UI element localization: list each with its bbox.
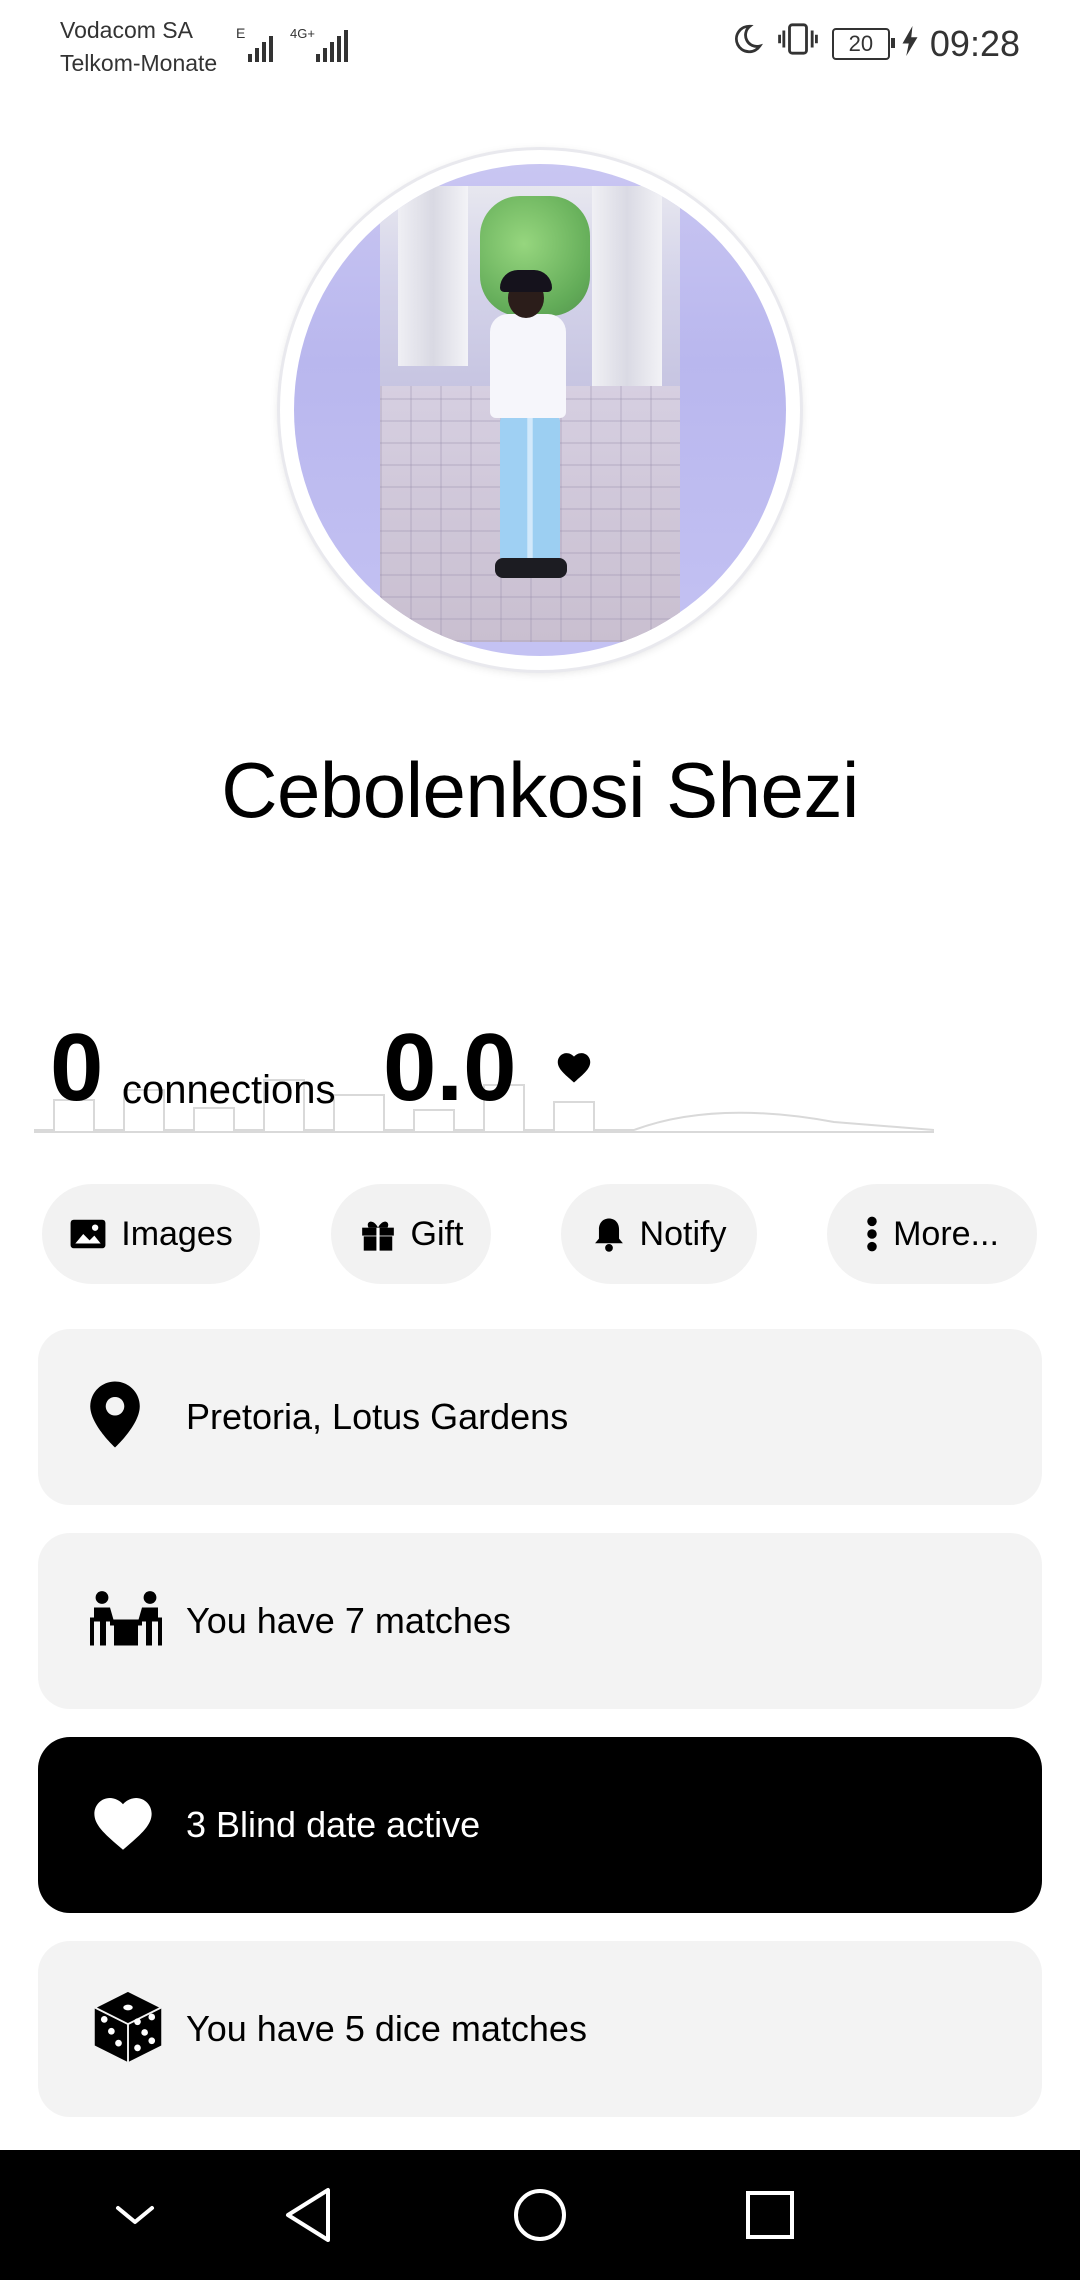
more-vertical-icon: [865, 1215, 879, 1253]
gift-button[interactable]: Gift: [331, 1184, 491, 1284]
blind-date-text: 3 Blind date active: [186, 1804, 481, 1845]
notify-label: Notify: [639, 1214, 727, 1253]
rating-value: 0.0: [383, 1014, 517, 1121]
matches-text: You have 7 matches: [186, 1600, 511, 1641]
matches-card[interactable]: You have 7 matches: [38, 1533, 1042, 1709]
network-type-2: 4G+: [290, 26, 315, 41]
profile-photo: [380, 186, 680, 642]
images-label: Images: [121, 1214, 233, 1253]
rating-heart-icon: [555, 1050, 593, 1089]
heart-icon: [90, 1793, 156, 1858]
more-label: More...: [893, 1214, 999, 1253]
image-icon: [69, 1218, 107, 1250]
navigation-bar: [0, 2150, 1080, 2280]
images-button[interactable]: Images: [42, 1184, 260, 1284]
status-right: 20 09:28: [730, 22, 1020, 65]
clock: 09:28: [929, 22, 1020, 64]
signal-icon: E: [236, 24, 282, 69]
location-text: Pretoria, Lotus Gardens: [186, 1396, 569, 1437]
chevron-down-icon[interactable]: [110, 2180, 160, 2255]
status-bar: Vodacom SA Telkom-Monate E 4G+ 20 09:28: [0, 0, 1080, 92]
connections-count: 0: [50, 1014, 104, 1121]
home-icon[interactable]: [510, 2180, 570, 2255]
vibrate-icon: [776, 22, 820, 65]
gift-label: Gift: [410, 1214, 464, 1253]
location-card[interactable]: Pretoria, Lotus Gardens: [38, 1329, 1042, 1505]
signal-icon-2: 4G+: [290, 24, 354, 69]
dice-matches-card[interactable]: You have 5 dice matches: [38, 1941, 1042, 2117]
notify-button[interactable]: Notify: [561, 1184, 757, 1284]
charging-icon: [902, 23, 918, 65]
connections-label: connections: [122, 1068, 336, 1112]
dice-matches-text: You have 5 dice matches: [186, 2008, 587, 2049]
carrier-names: Vodacom SA Telkom-Monate: [60, 14, 217, 80]
more-button[interactable]: More...: [827, 1184, 1037, 1284]
avatar[interactable]: [294, 164, 786, 656]
recents-icon[interactable]: [742, 2180, 798, 2255]
gift-icon: [359, 1215, 397, 1253]
dice-icon: [90, 1989, 166, 2070]
carrier-1: Vodacom SA: [60, 17, 193, 43]
location-pin-icon: [90, 1381, 140, 1453]
bell-icon: [592, 1215, 626, 1253]
blind-date-card[interactable]: 3 Blind date active: [38, 1737, 1042, 1913]
battery-icon: 20: [831, 27, 895, 60]
back-icon[interactable]: [282, 2180, 338, 2255]
profile-name: Cebolenkosi Shezi: [221, 746, 859, 834]
moon-icon: [730, 22, 764, 65]
carrier-2: Telkom-Monate: [60, 50, 218, 76]
network-type-1: E: [236, 25, 245, 41]
couple-table-icon: [90, 1590, 162, 1653]
